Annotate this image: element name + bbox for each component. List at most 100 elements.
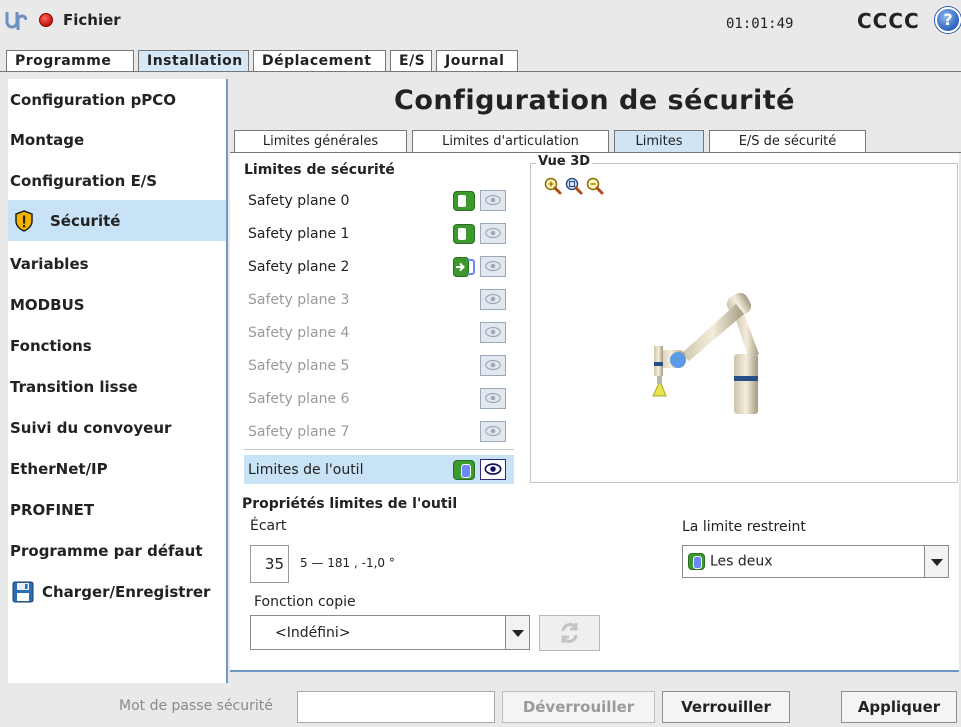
eye-icon[interactable] bbox=[480, 256, 506, 277]
sidebar-item-programme-defaut[interactable]: Programme par défaut bbox=[8, 530, 226, 571]
tab-es-securite[interactable]: E/S de sécurité bbox=[709, 130, 866, 152]
restrict-select[interactable]: Les deux bbox=[682, 545, 949, 578]
view-3d-frame[interactable] bbox=[530, 163, 958, 483]
tab-limites[interactable]: Limites bbox=[614, 130, 704, 152]
eye-icon[interactable] bbox=[480, 421, 506, 442]
password-input[interactable] bbox=[297, 691, 495, 723]
plane-label: Safety plane 1 bbox=[248, 226, 350, 242]
sidebar-item-label: PROFINET bbox=[10, 500, 95, 519]
robot-name: CCCC bbox=[857, 9, 920, 33]
sidebar-item-profinet[interactable]: PROFINET bbox=[8, 489, 226, 530]
sidebar-item-fonctions[interactable]: Fonctions bbox=[8, 325, 226, 366]
sidebar-item-configuration-pco[interactable]: Configuration pPCO bbox=[8, 79, 226, 120]
ecart-input[interactable]: 35 bbox=[250, 545, 289, 583]
tool-limit-label: Limites de l'outil bbox=[248, 462, 364, 478]
plane-toggle-on[interactable] bbox=[453, 224, 475, 244]
zoom-out-icon[interactable] bbox=[586, 177, 604, 195]
divider bbox=[244, 449, 514, 450]
safety-plane-row[interactable]: Safety plane 1 bbox=[244, 219, 514, 248]
tool-props-title: Propriétés limites de l'outil bbox=[242, 496, 458, 512]
eye-icon[interactable] bbox=[480, 322, 506, 343]
top-bar: Fichier 01:01:49 CCCC ? bbox=[0, 0, 961, 48]
robot-status-icon[interactable] bbox=[39, 13, 53, 27]
safety-plane-row[interactable]: Safety plane 3 bbox=[244, 285, 514, 314]
plane-label: Safety plane 2 bbox=[248, 259, 350, 275]
tool-limit-row[interactable]: Limites de l'outil bbox=[244, 455, 514, 484]
safety-plane-row[interactable]: Safety plane 6 bbox=[244, 384, 514, 413]
eye-icon[interactable] bbox=[480, 190, 506, 211]
zoom-in-icon[interactable] bbox=[544, 177, 562, 195]
sidebar-item-ethernet-ip[interactable]: EtherNet/IP bbox=[8, 448, 226, 489]
sidebar-item-charger-enregistrer[interactable]: Charger/Enregistrer bbox=[8, 571, 226, 612]
lock-button[interactable]: Verrouiller bbox=[662, 691, 790, 723]
sub-tabs: Limites générales Limites d'articulation… bbox=[234, 130, 871, 152]
tab-programme[interactable]: Programme bbox=[6, 50, 134, 72]
eye-icon[interactable] bbox=[480, 459, 506, 480]
ecart-label: Écart bbox=[250, 518, 287, 534]
shield-warning-icon bbox=[15, 209, 33, 232]
plane-label: Safety plane 3 bbox=[248, 292, 350, 308]
chevron-down-icon bbox=[505, 616, 529, 649]
tool-toggle[interactable] bbox=[453, 460, 475, 480]
restrict-value: Les deux bbox=[710, 553, 773, 570]
sidebar-item-transition-lisse[interactable]: Transition lisse bbox=[8, 366, 226, 407]
main-tabs: Programme Installation Déplacement E/S J… bbox=[6, 50, 522, 72]
copy-label: Fonction copie bbox=[254, 594, 356, 610]
safety-plane-row[interactable]: Safety plane 5 bbox=[244, 351, 514, 380]
sidebar-item-label: Charger/Enregistrer bbox=[42, 582, 211, 601]
sidebar-item-label: Configuration E/S bbox=[10, 171, 158, 190]
file-menu[interactable]: Fichier bbox=[63, 11, 121, 29]
safety-plane-row[interactable]: Safety plane 7 bbox=[244, 417, 514, 446]
ecart-range: 5 — 181 , -1,0 ° bbox=[300, 556, 395, 570]
eye-icon[interactable] bbox=[480, 355, 506, 376]
sidebar-item-label: MODBUS bbox=[10, 295, 85, 314]
sidebar-item-label: EtherNet/IP bbox=[10, 459, 108, 478]
plane-label: Safety plane 5 bbox=[248, 358, 350, 374]
sidebar-item-montage[interactable]: Montage bbox=[8, 119, 226, 160]
safety-plane-row[interactable]: Safety plane 2 bbox=[244, 252, 514, 281]
tab-divider bbox=[0, 71, 961, 72]
ur-logo-icon bbox=[5, 9, 27, 31]
sidebar-item-modbus[interactable]: MODBUS bbox=[8, 284, 226, 325]
tab-deplacement[interactable]: Déplacement bbox=[253, 50, 386, 72]
refresh-icon bbox=[561, 623, 578, 643]
password-label: Mot de passe sécurité bbox=[119, 698, 273, 714]
safety-plane-row[interactable]: Safety plane 0 bbox=[244, 186, 514, 215]
sidebar-item-label: Suivi du convoyeur bbox=[10, 418, 172, 437]
sidebar-item-suivi-convoyeur[interactable]: Suivi du convoyeur bbox=[8, 407, 226, 448]
tab-installation[interactable]: Installation bbox=[138, 50, 249, 72]
help-icon[interactable]: ? bbox=[935, 7, 961, 33]
sidebar-item-securite[interactable]: Sécurité bbox=[8, 200, 226, 241]
limits-content: Limites de sécurité Safety plane 0 Safet… bbox=[230, 153, 959, 672]
tab-journal[interactable]: Journal bbox=[436, 50, 518, 72]
copy-select[interactable]: <Indéfini> bbox=[250, 615, 530, 650]
safety-plane-row[interactable]: Safety plane 4 bbox=[244, 318, 514, 347]
apply-button[interactable]: Appliquer bbox=[841, 691, 957, 723]
sidebar-item-label: Transition lisse bbox=[10, 377, 138, 396]
copy-value: <Indéfini> bbox=[275, 625, 351, 641]
eye-icon[interactable] bbox=[480, 388, 506, 409]
sidebar-item-label: Programme par défaut bbox=[10, 541, 203, 560]
eye-icon[interactable] bbox=[480, 289, 506, 310]
sidebar-item-configuration-es[interactable]: Configuration E/S bbox=[8, 160, 226, 201]
copy-refresh-button[interactable] bbox=[539, 615, 600, 651]
plane-label: Safety plane 0 bbox=[248, 193, 350, 209]
robot-3d-model bbox=[652, 292, 759, 414]
plane-toggle-on[interactable] bbox=[453, 191, 475, 211]
zoom-reset-icon[interactable] bbox=[565, 177, 583, 195]
plane-label: Safety plane 6 bbox=[248, 391, 350, 407]
sidebar-item-label: Sécurité bbox=[50, 211, 121, 230]
sidebar-item-variables[interactable]: Variables bbox=[8, 243, 226, 284]
trigger-plane-icon[interactable] bbox=[453, 257, 477, 277]
tab-limites-articulation[interactable]: Limites d'articulation bbox=[412, 130, 609, 152]
unlock-button[interactable]: Déverrouiller bbox=[502, 691, 655, 723]
plane-label: Safety plane 7 bbox=[248, 424, 350, 440]
eye-icon[interactable] bbox=[480, 223, 506, 244]
sidebar: Configuration pPCO Montage Configuration… bbox=[8, 79, 226, 683]
sidebar-item-label: Configuration pPCO bbox=[10, 90, 177, 109]
restrict-label: La limite restreint bbox=[682, 519, 806, 535]
tool-limit-icon bbox=[688, 553, 705, 570]
main-panel: Configuration de sécurité Limites généra… bbox=[228, 79, 961, 683]
tab-limites-generales[interactable]: Limites générales bbox=[234, 130, 407, 152]
tab-es[interactable]: E/S bbox=[390, 50, 432, 72]
